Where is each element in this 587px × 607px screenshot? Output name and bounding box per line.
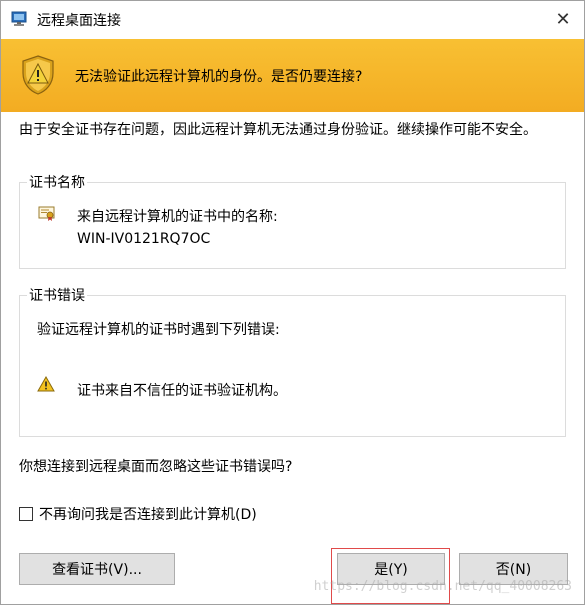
certificate-error-caption: 验证远程计算机的证书时遇到下列错误:: [37, 322, 280, 338]
view-certificate-button[interactable]: 查看证书(V)...: [19, 553, 175, 585]
certificate-name-caption: 来自远程计算机的证书中的名称:: [77, 209, 278, 225]
warning-shield-icon: [21, 55, 55, 95]
warning-banner: 无法验证此远程计算机的身份。是否仍要连接?: [1, 39, 584, 112]
title-bar[interactable]: 远程桌面连接 ✕: [1, 1, 584, 39]
warning-triangle-icon: [37, 375, 55, 392]
remote-desktop-icon: [11, 11, 29, 27]
intro-text: 由于安全证书存在问题，因此远程计算机无法通过身份验证。继续操作可能不安全。: [19, 122, 537, 138]
dialog-window: 远程桌面连接 ✕ 无法验证此远程计算机的身份。是否仍要连接? 由于安全证书存在问…: [0, 0, 585, 605]
banner-message: 无法验证此远程计算机的身份。是否仍要连接?: [75, 69, 363, 85]
question-text: 你想连接到远程桌面而忽略这些证书错误吗?: [19, 459, 293, 475]
certificate-name-value: WIN-IV0121RQ7OC: [77, 231, 211, 247]
group-label-certificate-errors: 证书错误: [27, 285, 87, 305]
window-title: 远程桌面连接: [37, 13, 121, 29]
certificate-name-group: 证书名称 来自远程计算机的证书中的名称: WIN-IV0121RQ7OC: [19, 172, 566, 269]
dont-ask-again-label[interactable]: 不再询问我是否连接到此计算机(D): [39, 504, 257, 524]
close-button[interactable]: ✕: [540, 1, 584, 37]
certificate-error-message: 证书来自不信任的证书验证机构。: [77, 383, 287, 399]
dont-ask-again-checkbox[interactable]: [19, 507, 33, 521]
dont-ask-again-checkbox-row[interactable]: 不再询问我是否连接到此计算机(D): [19, 504, 257, 524]
close-icon: ✕: [555, 8, 571, 30]
no-button[interactable]: 否(N): [459, 553, 568, 585]
certificate-error-group: 证书错误 验证远程计算机的证书时遇到下列错误: 证书来自不信任的证书验证机构。: [19, 285, 566, 437]
yes-button[interactable]: 是(Y): [337, 553, 445, 585]
group-label-certificate-name: 证书名称: [27, 172, 87, 192]
certificate-icon: [38, 204, 56, 222]
